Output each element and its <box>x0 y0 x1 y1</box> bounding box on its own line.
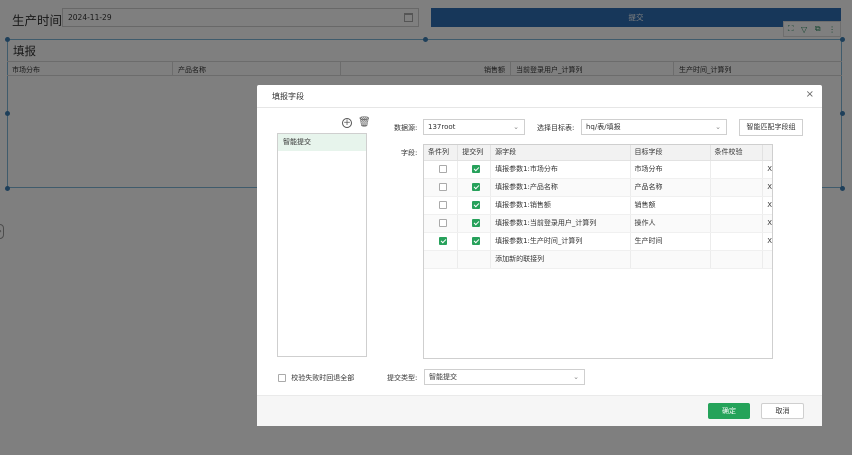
table-row: 填报参数1:当前登录用户_计算列 操作人 X <box>424 214 772 233</box>
delete-row-icon[interactable]: X <box>762 160 772 179</box>
source-field-cell: 填报参数1:当前登录用户_计算列 <box>490 214 631 233</box>
add-join-column-link[interactable]: 添加新的联接列 <box>490 250 631 269</box>
add-icon[interactable]: + <box>342 118 352 128</box>
delete-row-icon[interactable]: X <box>762 196 772 215</box>
submit-cell <box>457 160 492 179</box>
delete-row-icon[interactable]: X <box>762 232 772 251</box>
submit-checkbox[interactable] <box>472 219 481 227</box>
condition-checkbox[interactable] <box>438 165 447 173</box>
condition-cell <box>424 178 459 197</box>
condition-cell <box>424 232 459 251</box>
col-header-condition: 条件列 <box>424 145 459 161</box>
empty-cell <box>762 250 772 269</box>
delete-row-icon[interactable]: X <box>762 178 772 197</box>
col-header-source: 源字段 <box>490 145 631 161</box>
validation-cell[interactable] <box>710 160 764 179</box>
target-field-cell[interactable]: 产品名称 <box>630 178 711 197</box>
cancel-button[interactable]: 取消 <box>761 403 804 419</box>
ok-button[interactable]: 确定 <box>708 403 750 419</box>
col-header-submit: 提交列 <box>457 145 492 161</box>
fill-fields-dialog: 填报字段 × + 🗑 智能提交 数据源: 137root ⌄ 选择目标表: hq… <box>257 85 822 426</box>
validation-cell[interactable] <box>710 232 764 251</box>
rollback-checkbox[interactable] <box>278 374 286 382</box>
col-header-actions <box>762 145 772 161</box>
submit-cell <box>457 178 492 197</box>
submit-cell <box>457 196 492 215</box>
empty-cell <box>424 250 459 269</box>
datasource-value: 137root <box>428 123 456 131</box>
chevron-down-icon: ⌄ <box>715 123 721 131</box>
col-header-target: 目标字段 <box>630 145 711 161</box>
submit-checkbox[interactable] <box>472 237 481 245</box>
source-field-cell: 填报参数1:市场分布 <box>490 160 631 179</box>
list-item-smart-submit[interactable]: 智能提交 <box>278 134 366 151</box>
target-table-label: 选择目标表: <box>537 124 575 132</box>
submit-type-select[interactable]: 智能提交 ⌄ <box>424 369 585 385</box>
table-row: 填报参数1:市场分布 市场分布 X <box>424 160 772 179</box>
target-field-cell[interactable]: 生产时间 <box>630 232 711 251</box>
submit-checkbox[interactable] <box>472 165 481 173</box>
table-row: 填报参数1:销售额 销售额 X <box>424 196 772 215</box>
empty-cell <box>710 250 764 269</box>
condition-checkbox[interactable] <box>438 201 447 209</box>
divider <box>257 107 822 108</box>
condition-checkbox[interactable] <box>438 237 447 245</box>
source-field-cell: 填报参数1:产品名称 <box>490 178 631 197</box>
fields-label: 字段: <box>401 149 418 157</box>
condition-cell <box>424 196 459 215</box>
source-field-cell: 填报参数1:销售额 <box>490 196 631 215</box>
rollback-label: 校验失败时回退全部 <box>291 374 355 382</box>
target-field-cell[interactable]: 销售额 <box>630 196 711 215</box>
smart-match-button[interactable]: 智能匹配字段组 <box>739 119 803 136</box>
table-row: 填报参数1:生产时间_计算列 生产时间 X <box>424 232 772 251</box>
add-row: 添加新的联接列 <box>424 250 772 269</box>
dialog-title: 填报字段 <box>272 92 304 101</box>
validation-cell[interactable] <box>710 178 764 197</box>
source-field-cell: 填报参数1:生产时间_计算列 <box>490 232 631 251</box>
rollback-option[interactable]: 校验失败时回退全部 <box>278 373 354 383</box>
chevron-down-icon: ⌄ <box>573 373 579 381</box>
empty-cell <box>630 250 711 269</box>
table-row: 填报参数1:产品名称 产品名称 X <box>424 178 772 197</box>
validation-cell[interactable] <box>710 214 764 233</box>
condition-checkbox[interactable] <box>438 219 447 227</box>
condition-checkbox[interactable] <box>438 183 447 191</box>
target-table-select[interactable]: hq/表/填报 ⌄ <box>581 119 727 135</box>
submit-type-value: 智能提交 <box>429 373 457 381</box>
submit-cell <box>457 214 492 233</box>
target-field-cell[interactable]: 市场分布 <box>630 160 711 179</box>
submit-checkbox[interactable] <box>472 183 481 191</box>
datasource-select[interactable]: 137root ⌄ <box>423 119 525 135</box>
datasource-label: 数据源: <box>394 124 418 132</box>
target-field-cell[interactable]: 操作人 <box>630 214 711 233</box>
submit-type-label: 提交类型: <box>387 374 418 382</box>
validation-cell[interactable] <box>710 196 764 215</box>
close-icon[interactable]: × <box>806 89 814 100</box>
trash-icon[interactable]: 🗑 <box>358 118 371 128</box>
chevron-down-icon: ⌄ <box>513 123 519 131</box>
submit-checkbox[interactable] <box>472 201 481 209</box>
empty-cell <box>457 250 492 269</box>
delete-row-icon[interactable]: X <box>762 214 772 233</box>
condition-cell <box>424 160 459 179</box>
col-header-validation: 条件校验 <box>710 145 764 161</box>
target-table-value: hq/表/填报 <box>586 123 621 131</box>
condition-cell <box>424 214 459 233</box>
submit-cell <box>457 232 492 251</box>
submit-group-list: 智能提交 <box>277 133 367 357</box>
field-mapping-table: 条件列 提交列 源字段 目标字段 条件校验 填报参数1:市场分布 市场分布 X 填报参… <box>423 144 773 359</box>
